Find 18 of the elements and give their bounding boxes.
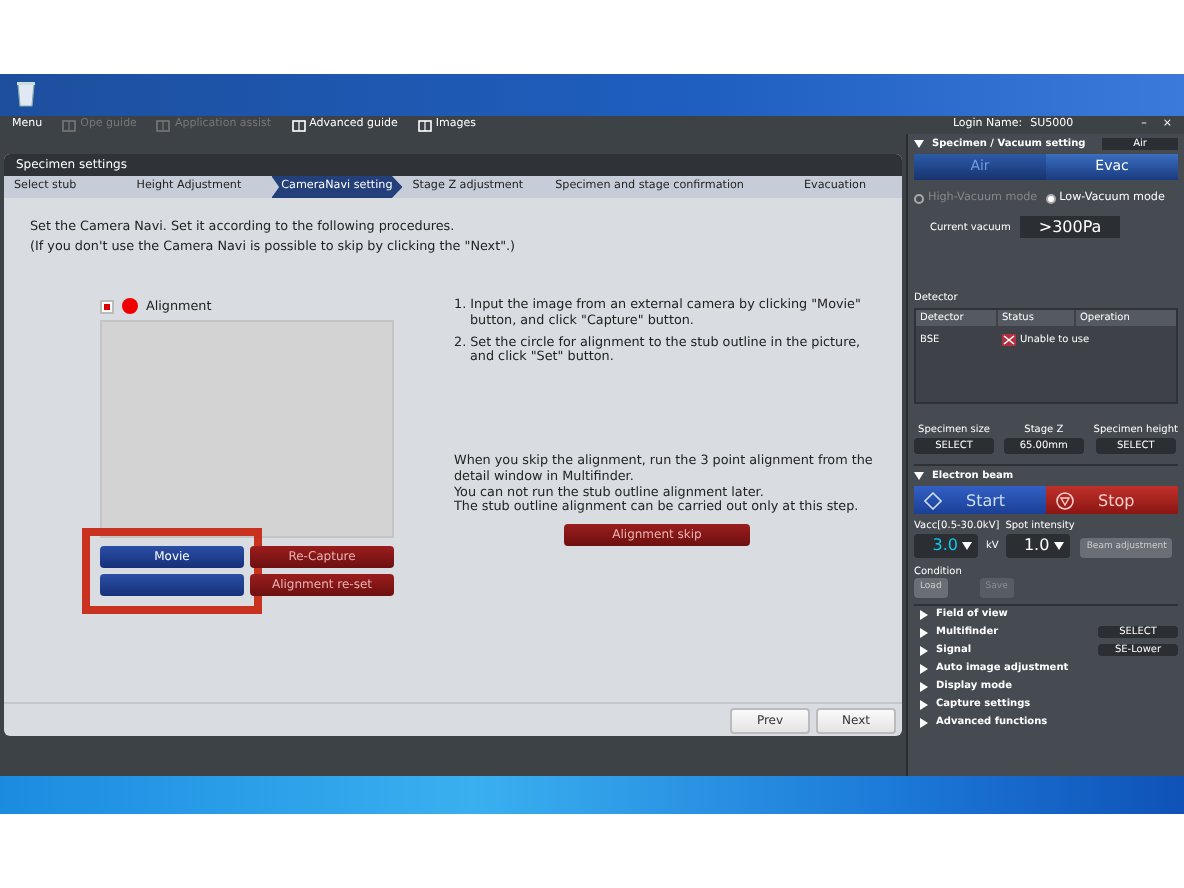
collapse-icon[interactable] bbox=[914, 139, 924, 147]
checkbox[interactable] bbox=[100, 299, 114, 314]
radio-button[interactable] bbox=[914, 193, 924, 204]
vacuum-value: >300Pa bbox=[1020, 215, 1120, 239]
error-icon bbox=[1002, 334, 1016, 347]
stop-icon bbox=[1056, 491, 1074, 510]
spot-field[interactable]: 1.0 bbox=[1005, 534, 1070, 558]
stop-button[interactable]: Stop bbox=[1046, 486, 1178, 515]
hidden-button[interactable] bbox=[100, 574, 244, 597]
recycle-bin-icon[interactable] bbox=[16, 80, 36, 108]
vacc-field[interactable]: 3.0 bbox=[914, 534, 978, 558]
start-button[interactable]: Start bbox=[914, 486, 1046, 515]
dot-icon bbox=[122, 298, 138, 315]
radio-button[interactable] bbox=[1045, 193, 1056, 204]
caret-icon[interactable] bbox=[1053, 542, 1064, 551]
caret-icon[interactable] bbox=[962, 542, 972, 551]
collapse-icon[interactable] bbox=[914, 472, 924, 481]
diamond-icon bbox=[924, 491, 942, 510]
